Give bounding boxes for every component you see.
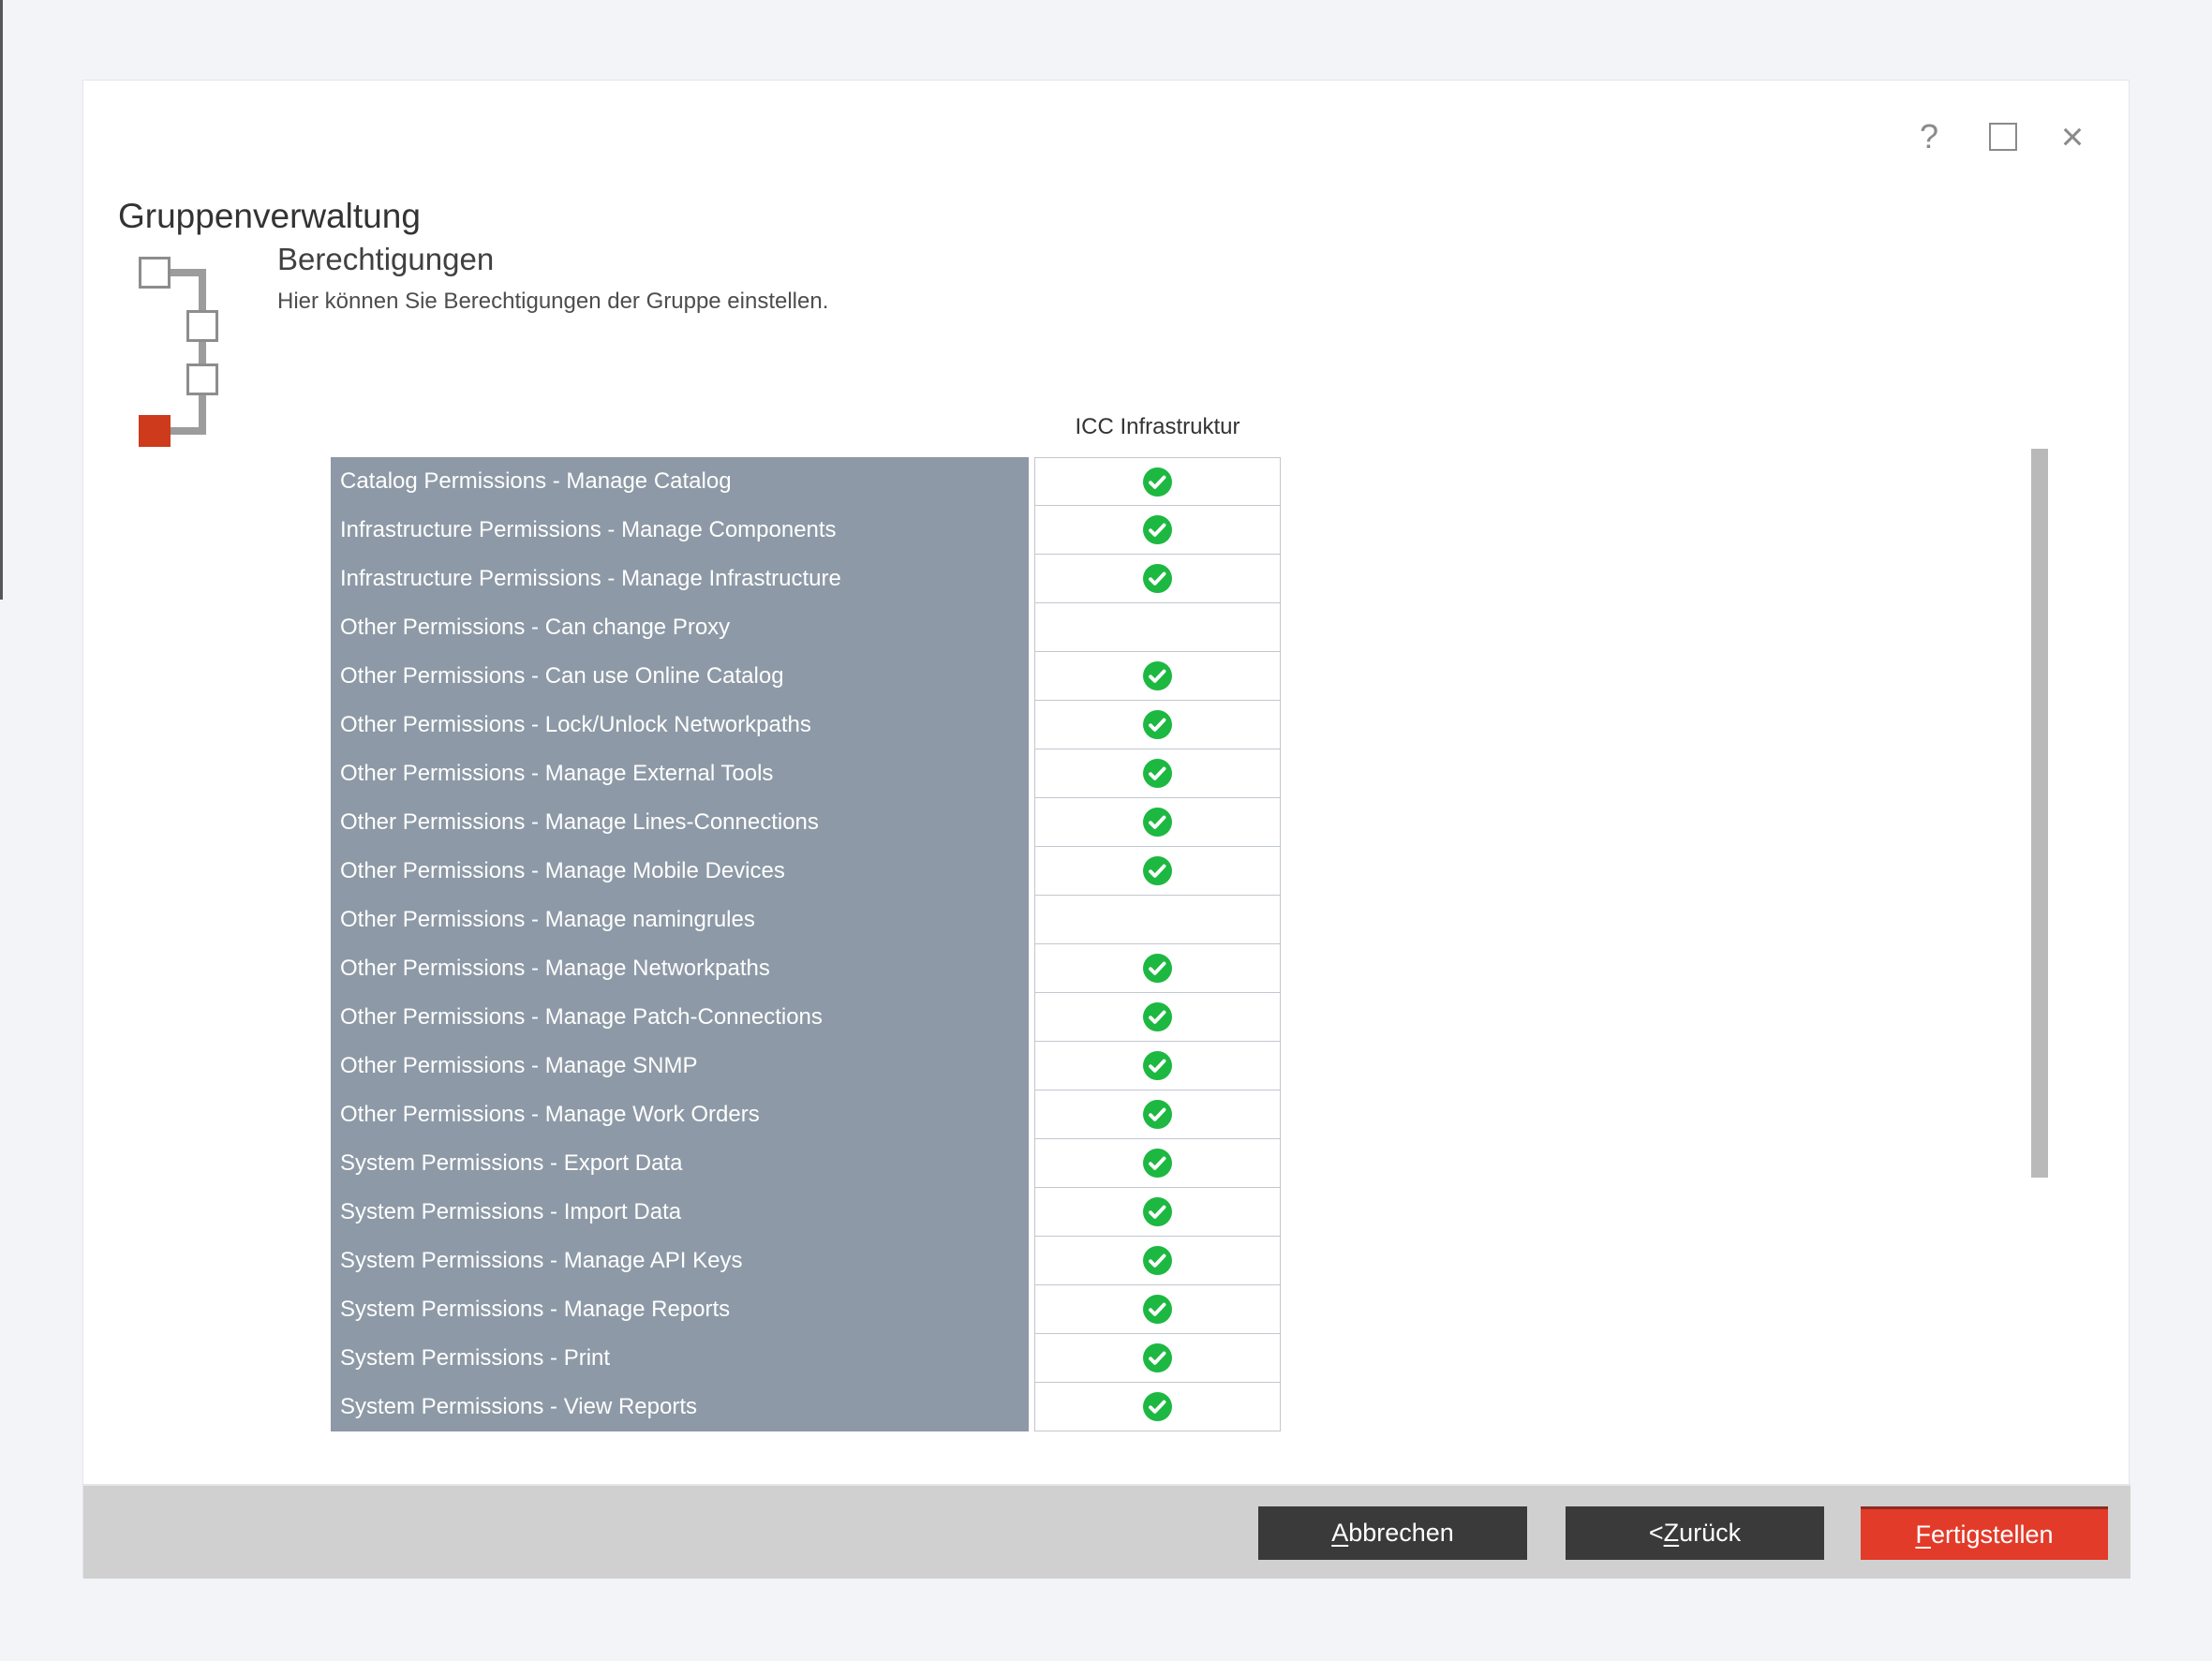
permissions-table: Catalog Permissions - Manage CatalogInfr… (331, 457, 1286, 1431)
dialog-title: Gruppenverwaltung (118, 197, 421, 236)
page-subtitle: Hier können Sie Berechtigungen der Grupp… (277, 289, 828, 315)
check-icon (1143, 661, 1172, 690)
permission-check-cell[interactable] (1034, 1333, 1281, 1383)
permission-label: Catalog Permissions - Manage Catalog (331, 457, 1029, 506)
permission-row: Infrastructure Permissions - Manage Comp… (331, 506, 1286, 555)
permission-label: System Permissions - Export Data (331, 1139, 1029, 1188)
check-icon (1143, 1197, 1172, 1226)
permission-label: Other Permissions - Manage Networkpaths (331, 944, 1029, 993)
permission-check-cell[interactable] (1034, 943, 1281, 993)
permission-row: Catalog Permissions - Manage Catalog (331, 457, 1286, 506)
finish-button[interactable]: Fertigstellen (1861, 1506, 2108, 1560)
permission-check-cell[interactable] (1034, 749, 1281, 798)
permission-label: Infrastructure Permissions - Manage Infr… (331, 555, 1029, 603)
permission-row: Infrastructure Permissions - Manage Infr… (331, 555, 1286, 603)
footer-button-bar: Abbrechen < Zurück Fertigstellen (83, 1484, 2130, 1579)
check-icon (1143, 759, 1172, 788)
permission-label: Other Permissions - Manage External Tool… (331, 749, 1029, 798)
background-window-edge (0, 0, 3, 600)
permission-label: Other Permissions - Manage Patch-Connect… (331, 993, 1029, 1042)
vertical-scrollbar[interactable] (2031, 449, 2048, 1178)
check-icon (1143, 1149, 1172, 1178)
permission-row: System Permissions - Import Data (331, 1188, 1286, 1237)
check-icon (1143, 467, 1172, 497)
permission-row: Other Permissions - Manage SNMP (331, 1042, 1286, 1090)
permission-check-cell[interactable] (1034, 457, 1281, 506)
check-icon (1143, 1246, 1172, 1275)
gruppenverwaltung-dialog: Gruppenverwaltung ? × Berechtigungen Hie… (82, 80, 2130, 1578)
permission-row: Other Permissions - Lock/Unlock Networkp… (331, 701, 1286, 749)
permission-check-cell[interactable] (1034, 1187, 1281, 1237)
back-button[interactable]: < Zurück (1566, 1506, 1824, 1560)
permission-check-cell[interactable] (1034, 1138, 1281, 1188)
help-icon[interactable]: ? (1908, 114, 1950, 159)
permission-row: Other Permissions - Manage Mobile Device… (331, 847, 1286, 896)
permission-row: System Permissions - View Reports (331, 1383, 1286, 1431)
permission-label: Other Permissions - Manage Mobile Device… (331, 847, 1029, 896)
wizard-step-1 (139, 257, 171, 289)
wizard-step-3 (186, 363, 218, 395)
check-icon (1143, 1002, 1172, 1031)
check-icon (1143, 515, 1172, 544)
permission-check-cell[interactable] (1034, 1090, 1281, 1139)
permission-row: Other Permissions - Manage Patch-Connect… (331, 993, 1286, 1042)
check-icon (1143, 1343, 1172, 1372)
permission-label: System Permissions - Print (331, 1334, 1029, 1383)
permission-row: System Permissions - Print (331, 1334, 1286, 1383)
permission-label: Other Permissions - Manage namingrules (331, 896, 1029, 944)
permission-check-cell[interactable] (1034, 895, 1281, 944)
permission-label: System Permissions - Manage API Keys (331, 1237, 1029, 1285)
permission-check-cell[interactable] (1034, 602, 1281, 652)
permission-row: Other Permissions - Manage namingrules (331, 896, 1286, 944)
page-title: Berechtigungen (277, 242, 494, 277)
wizard-step-2 (186, 310, 218, 342)
permission-row: Other Permissions - Manage Lines-Connect… (331, 798, 1286, 847)
permission-label: Other Permissions - Can change Proxy (331, 603, 1029, 652)
check-icon (1143, 1100, 1172, 1129)
permission-label: Infrastructure Permissions - Manage Comp… (331, 506, 1029, 555)
permission-label: System Permissions - View Reports (331, 1383, 1029, 1431)
wizard-step-4-active (139, 415, 171, 447)
permission-check-cell[interactable] (1034, 992, 1281, 1042)
permission-row: System Permissions - Export Data (331, 1139, 1286, 1188)
wizard-connector (199, 269, 206, 435)
permission-check-cell[interactable] (1034, 505, 1281, 555)
permission-check-cell[interactable] (1034, 554, 1281, 603)
check-icon (1143, 710, 1172, 739)
check-icon (1143, 564, 1172, 593)
permission-row: Other Permissions - Can change Proxy (331, 603, 1286, 652)
check-icon (1143, 1295, 1172, 1324)
permission-label: Other Permissions - Manage Lines-Connect… (331, 798, 1029, 847)
maximize-icon[interactable] (1982, 114, 2024, 159)
permission-check-cell[interactable] (1034, 651, 1281, 701)
permission-check-cell[interactable] (1034, 1041, 1281, 1090)
permission-label: System Permissions - Import Data (331, 1188, 1029, 1237)
close-icon[interactable]: × (2052, 114, 2093, 159)
permission-label: Other Permissions - Can use Online Catal… (331, 652, 1029, 701)
permission-label: Other Permissions - Manage Work Orders (331, 1090, 1029, 1139)
permission-label: Other Permissions - Lock/Unlock Networkp… (331, 701, 1029, 749)
check-icon (1143, 808, 1172, 837)
permission-row: Other Permissions - Can use Online Catal… (331, 652, 1286, 701)
permission-row: Other Permissions - Manage Work Orders (331, 1090, 1286, 1139)
permission-check-cell[interactable] (1034, 700, 1281, 749)
cancel-button[interactable]: Abbrechen (1258, 1506, 1527, 1560)
permission-label: Other Permissions - Manage SNMP (331, 1042, 1029, 1090)
check-icon (1143, 1051, 1172, 1080)
permission-row: Other Permissions - Manage External Tool… (331, 749, 1286, 798)
permission-check-cell[interactable] (1034, 797, 1281, 847)
permission-check-cell[interactable] (1034, 1284, 1281, 1334)
permission-row: System Permissions - Manage Reports (331, 1285, 1286, 1334)
permission-label: System Permissions - Manage Reports (331, 1285, 1029, 1334)
group-column-header: ICC Infrastruktur (1034, 414, 1281, 440)
permission-check-cell[interactable] (1034, 1236, 1281, 1285)
check-icon (1143, 954, 1172, 983)
permission-check-cell[interactable] (1034, 846, 1281, 896)
check-icon (1143, 856, 1172, 885)
wizard-connector (171, 427, 206, 435)
permission-row: Other Permissions - Manage Networkpaths (331, 944, 1286, 993)
permission-check-cell[interactable] (1034, 1382, 1281, 1431)
permission-row: System Permissions - Manage API Keys (331, 1237, 1286, 1285)
check-icon (1143, 1392, 1172, 1421)
